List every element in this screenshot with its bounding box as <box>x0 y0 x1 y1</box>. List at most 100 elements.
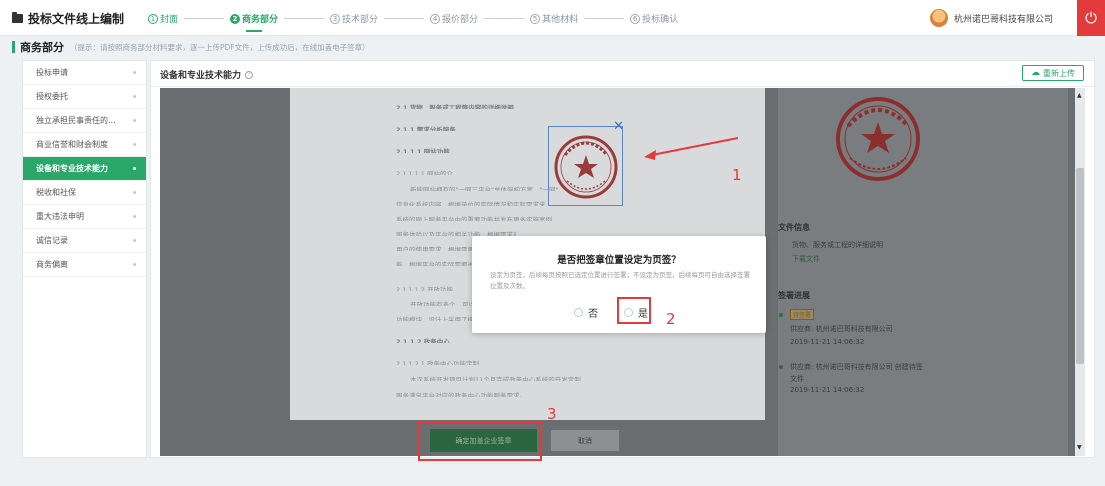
company-seal-icon <box>554 135 618 199</box>
status-dot-icon <box>779 313 783 317</box>
company-seal-icon <box>836 97 920 181</box>
doc-line: 2.1.1.2 政务中心 <box>396 338 450 343</box>
dot-icon <box>133 71 136 74</box>
doc-line: 系统的网上服务平台中的重要功能并发布更多实施案例 <box>396 216 552 221</box>
file-name: 货物、服务或工程的详细说明 <box>792 241 883 249</box>
progress-entry-time: 2019-11-21 14:06:32 <box>790 386 865 394</box>
sidebar-item-label: 商务偏离 <box>36 260 68 269</box>
avatar <box>929 9 948 27</box>
sidebar-item-label: 税收和社保 <box>36 188 76 197</box>
dot-icon <box>133 119 136 122</box>
scroll-down-icon[interactable]: ▼ <box>1077 444 1082 451</box>
step-number: 2 <box>230 13 241 24</box>
step-confirm[interactable]: 6 投标确认 <box>630 12 678 25</box>
top-bar: 投标文件线上编制 1 封面 2 商务部分 3 技术部分 4 报价部分 5 其他材料 6 投标… <box>0 0 1105 36</box>
reupload-button[interactable]: ☁ 重新上传 <box>1022 65 1084 81</box>
dialog-description: 设定为页签，后续每页按照已选定位置进行签署；不设定为页签，后续每页可自由选择签署… <box>490 271 750 290</box>
cancel-button[interactable]: 取消 <box>550 429 620 452</box>
status-dot-icon <box>779 365 783 369</box>
dot-icon <box>133 167 136 170</box>
doc-line: 新能网站拥有的"一网三平台"总体架构方案，"一网" <box>410 186 559 191</box>
annotation-number: 3 <box>547 405 557 423</box>
dot-icon <box>133 263 136 266</box>
status-badge: 待签署 <box>790 309 815 320</box>
annotation-arrow <box>644 137 739 160</box>
section-title: 商务部分 <box>20 41 64 54</box>
progress-entry-time: 2019-11-21 14:06:32 <box>790 338 865 346</box>
step-label: 商务部分 <box>242 15 279 25</box>
progress-entry-text: 供应商: 杭州诺巴哥科技有限公司 创建待签 <box>790 363 923 371</box>
step-number: 1 <box>148 13 158 24</box>
step-label: 封面 <box>160 15 179 25</box>
help-icon[interactable]: ? <box>245 70 254 79</box>
doc-line: 2.1.1 需求分析服务 <box>396 126 456 131</box>
step-business[interactable]: 2 商务部分 <box>230 12 279 32</box>
sidebar-item-tax-social[interactable]: 税收和社保 <box>23 181 146 205</box>
annotation-highlight-box <box>418 421 542 461</box>
dot-icon <box>133 215 136 218</box>
dot-icon <box>133 239 136 242</box>
step-connector <box>584 18 625 19</box>
sidebar-item-violation-statement[interactable]: 重大违法申明 <box>23 205 146 229</box>
radio-label: 否 <box>588 309 598 320</box>
annotation-number: 2 <box>666 310 676 328</box>
step-number: 4 <box>430 13 441 24</box>
step-cover[interactable]: 1 封面 <box>148 12 178 25</box>
seal-placement-box[interactable]: ✕ <box>548 119 624 206</box>
company-name: 杭州诺巴哥科技有限公司 <box>953 14 1053 25</box>
scrollbar[interactable]: ▲ ▼ <box>1075 88 1085 456</box>
sidebar-item-label: 授权委托 <box>36 92 68 101</box>
sidebar-item-civil-liability[interactable]: 独立承担民事责任的... <box>23 109 146 133</box>
sidebar-item-label: 设备和专业技术能力 <box>36 164 108 173</box>
step-number: 3 <box>330 13 341 24</box>
step-label: 其他材料 <box>542 15 579 25</box>
doc-line: 服务体验以及平台的相关功能，根据需求调整以实现 <box>396 231 516 236</box>
sidebar-item-label: 诚信记录 <box>36 236 68 245</box>
step-other[interactable]: 5 其他材料 <box>530 12 578 25</box>
step-quote[interactable]: 4 报价部分 <box>430 12 478 25</box>
dot-icon <box>133 191 136 194</box>
sidebar-item-credit-finance[interactable]: 商业信誉和财会制度 <box>23 133 146 157</box>
sidebar-item-label: 投标申请 <box>36 68 68 77</box>
logout-button[interactable]: ⏻ <box>1077 0 1105 36</box>
user-company[interactable]: 杭州诺巴哥科技有限公司 <box>929 9 1053 27</box>
scrollbar-thumb[interactable] <box>1076 168 1084 364</box>
folder-icon <box>12 12 23 23</box>
close-icon[interactable]: ✕ <box>613 119 624 134</box>
scroll-up-icon[interactable]: ▲ <box>1077 92 1082 99</box>
doc-line: 信息化系统内容，根据单位的实际情况和实际需求来 <box>396 201 546 206</box>
download-link[interactable]: 下载文件 <box>792 254 820 264</box>
dialog-title: 是否把签章位置设定为页签？ <box>557 255 681 266</box>
step-number: 5 <box>530 13 541 24</box>
app-title: 投标文件线上编制 <box>12 10 124 27</box>
step-technical[interactable]: 3 技术部分 <box>330 12 378 25</box>
dot-icon <box>133 143 136 146</box>
sidebar-item-equipment-tech[interactable]: 设备和专业技术能力 <box>23 157 146 181</box>
cloud-upload-icon: ☁ <box>1031 68 1040 78</box>
step-label: 技术部分 <box>342 15 379 25</box>
step-number: 6 <box>630 13 641 24</box>
step-progress: 1 封面 2 商务部分 3 技术部分 4 报价部分 5 其他材料 6 投标确认 <box>148 12 678 32</box>
main-title-text: 设备和专业技术能力 <box>160 71 242 81</box>
radio-option-no[interactable]: 否 <box>574 305 598 320</box>
section-accent-bar <box>12 41 15 53</box>
sidebar-item-authorization[interactable]: 授权委托 <box>23 85 146 109</box>
doc-line: 2.1.1.1.1 网站的介 <box>396 170 454 175</box>
doc-line: 服务满足平台对应的政务中心功能服务需求。 <box>396 392 526 397</box>
power-icon: ⏻ <box>1085 9 1097 27</box>
step-connector <box>384 18 425 19</box>
main-title: 设备和专业技术能力 ? <box>160 68 254 81</box>
step-label: 投标确认 <box>642 15 679 25</box>
doc-line: 2.1.1.1 网站功能 <box>396 148 450 153</box>
sidebar-item-label: 重大违法申明 <box>36 212 84 221</box>
sidebar-item-bid-application[interactable]: 投标申请 <box>23 61 146 85</box>
dot-icon <box>133 95 136 98</box>
radio-circle-icon <box>574 308 583 317</box>
sidebar-item-integrity[interactable]: 诚信记录 <box>23 229 146 253</box>
app-title-text: 投标文件线上编制 <box>28 12 125 26</box>
doc-line: 2.1 货物、服务或工程等内容的详细说明 <box>396 104 514 109</box>
side-info-pane: 文件信息 货物、服务或工程的详细说明 下载文件 签署进展 待签署 供应商: 杭州… <box>778 88 1068 456</box>
sidebar-item-deviation[interactable]: 商务偏离 <box>23 253 146 277</box>
progress-entry-text: 文件 <box>790 375 804 383</box>
sidebar-item-label: 商业信誉和财会制度 <box>36 140 108 149</box>
